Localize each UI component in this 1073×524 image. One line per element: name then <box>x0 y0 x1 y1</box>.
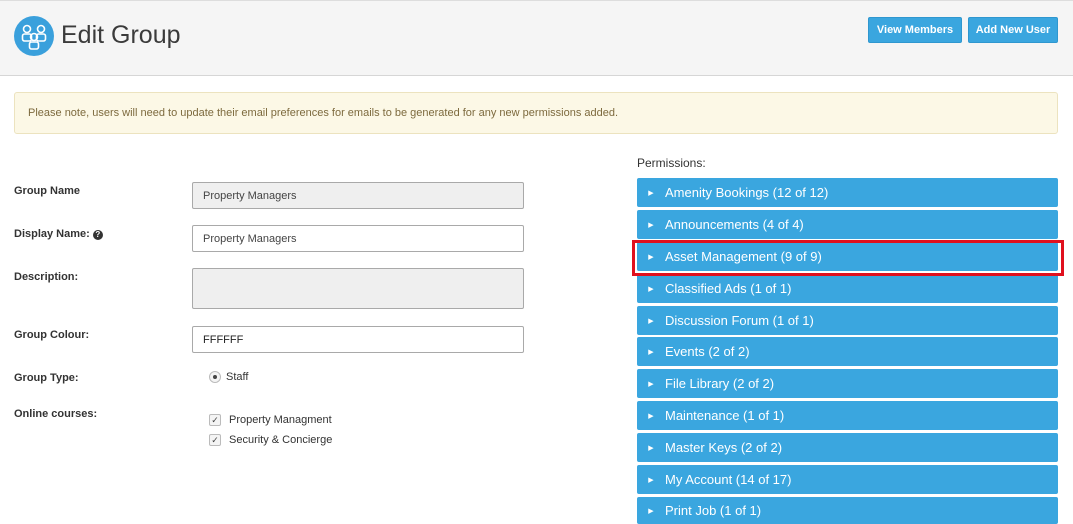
caret-right-icon: ▶ <box>648 189 654 197</box>
description-field[interactable] <box>192 268 524 309</box>
course-checkbox-security-concierge[interactable]: ✓ Security & Concierge <box>209 434 332 446</box>
permission-amenity-bookings[interactable]: ▶ Amenity Bookings (12 of 12) <box>637 178 1058 207</box>
page-title: Edit Group <box>61 21 181 49</box>
checkmark-icon[interactable]: ✓ <box>209 434 221 446</box>
help-icon[interactable]: ? <box>92 230 103 240</box>
group-type-label: Group Type: <box>14 372 79 384</box>
notice-banner: Please note, users will need to update t… <box>14 92 1058 134</box>
view-members-button[interactable]: View Members <box>868 17 962 43</box>
permission-label: Events (2 of 2) <box>665 344 750 359</box>
caret-right-icon: ▶ <box>648 507 654 515</box>
display-name-label-text: Display Name: <box>14 228 90 240</box>
course-label: Security & Concierge <box>229 434 333 446</box>
caret-right-icon: ▶ <box>648 412 654 420</box>
radio-button[interactable] <box>209 371 221 383</box>
page-header: Edit Group View Members Add New User <box>0 0 1073 76</box>
permission-maintenance[interactable]: ▶ Maintenance (1 of 1) <box>637 401 1058 430</box>
caret-right-icon: ▶ <box>648 317 654 325</box>
highlight-box <box>632 240 1064 276</box>
group-users-icon <box>14 16 54 56</box>
permissions-label: Permissions: <box>637 156 706 170</box>
display-name-field[interactable]: Property Managers <box>192 225 524 252</box>
permission-label: Announcements (4 of 4) <box>665 217 804 232</box>
course-label: Property Managment <box>229 414 332 426</box>
course-checkbox-property-managment[interactable]: ✓ Property Managment <box>209 414 332 426</box>
description-label: Description: <box>14 271 79 283</box>
permission-label: Print Job (1 of 1) <box>665 503 762 518</box>
caret-right-icon: ▶ <box>648 285 654 293</box>
group-colour-label: Group Colour: <box>14 329 90 341</box>
caret-right-icon: ▶ <box>648 348 654 356</box>
group-type-option-label: Staff <box>226 371 249 383</box>
add-new-user-button[interactable]: Add New User <box>968 17 1058 43</box>
group-type-staff-radio[interactable]: Staff <box>209 371 248 383</box>
online-courses-label: Online courses: <box>14 408 98 420</box>
permission-master-keys[interactable]: ▶ Master Keys (2 of 2) <box>637 433 1058 462</box>
display-name-label: Display Name:? <box>14 228 103 240</box>
permission-print-job[interactable]: ▶ Print Job (1 of 1) <box>637 497 1058 524</box>
group-colour-field[interactable]: FFFFFF <box>192 326 524 353</box>
permission-label: Maintenance (1 of 1) <box>665 408 785 423</box>
permission-label: Classified Ads (1 of 1) <box>665 281 792 296</box>
checkmark-icon[interactable]: ✓ <box>209 414 221 426</box>
permission-classified-ads[interactable]: ▶ Classified Ads (1 of 1) <box>637 274 1058 303</box>
permission-label: Master Keys (2 of 2) <box>665 440 783 455</box>
caret-right-icon: ▶ <box>648 476 654 484</box>
radio-selected-dot <box>213 375 217 379</box>
group-name-label: Group Name <box>14 185 81 197</box>
caret-right-icon: ▶ <box>648 380 654 388</box>
caret-right-icon: ▶ <box>648 444 654 452</box>
group-name-field[interactable]: Property Managers <box>192 182 524 209</box>
permission-label: My Account (14 of 17) <box>665 472 792 487</box>
permission-label: Amenity Bookings (12 of 12) <box>665 185 829 200</box>
permission-file-library[interactable]: ▶ File Library (2 of 2) <box>637 369 1058 398</box>
permission-events[interactable]: ▶ Events (2 of 2) <box>637 337 1058 366</box>
caret-right-icon: ▶ <box>648 221 654 229</box>
permission-label: Discussion Forum (1 of 1) <box>665 313 814 328</box>
permission-label: File Library (2 of 2) <box>665 376 775 391</box>
permission-discussion-forum[interactable]: ▶ Discussion Forum (1 of 1) <box>637 306 1058 335</box>
permission-my-account[interactable]: ▶ My Account (14 of 17) <box>637 465 1058 494</box>
permission-announcements[interactable]: ▶ Announcements (4 of 4) <box>637 210 1058 239</box>
